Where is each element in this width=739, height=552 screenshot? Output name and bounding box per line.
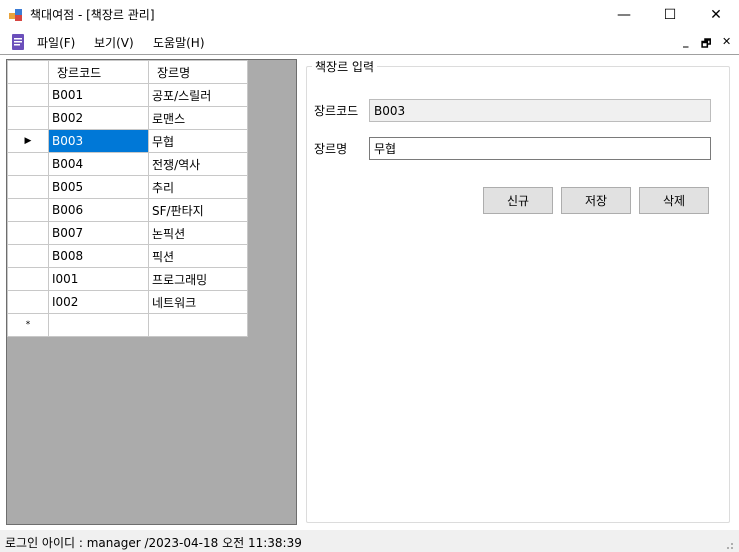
row-header[interactable]: [7, 198, 49, 222]
cell-genre-code[interactable]: B008: [48, 244, 149, 268]
cell-genre-code[interactable]: B005: [48, 175, 149, 199]
grid-corner-header[interactable]: [7, 60, 49, 84]
menu-view[interactable]: 보기(V): [94, 34, 134, 51]
save-button[interactable]: 저장: [561, 187, 631, 214]
window-title: 책대여점 - [책장르 관리]: [30, 8, 155, 22]
cell-genre-code[interactable]: B001: [48, 83, 149, 107]
name-label: 장르명: [314, 142, 348, 156]
minimize-button[interactable]: —: [601, 0, 647, 30]
table-row[interactable]: B007 논픽션: [7, 221, 248, 245]
cell-genre-name[interactable]: 픽션: [148, 244, 248, 268]
table-row[interactable]: ▶ B003 무협: [7, 129, 248, 153]
status-text: 로그인 아이디 : manager /2023-04-18 오전 11:38:3…: [5, 536, 302, 550]
row-header[interactable]: [7, 152, 49, 176]
name-field[interactable]: [369, 137, 711, 160]
new-row-name-cell[interactable]: [148, 313, 248, 337]
table-row[interactable]: B004 전쟁/역사: [7, 152, 248, 176]
column-header-code[interactable]: 장르코드: [48, 60, 149, 84]
cell-genre-code[interactable]: B007: [48, 221, 149, 245]
cell-genre-name[interactable]: 논픽션: [148, 221, 248, 245]
new-row-code-cell[interactable]: [48, 313, 149, 337]
cell-genre-code[interactable]: B003: [48, 129, 149, 153]
cell-genre-name[interactable]: SF/판타지: [148, 198, 248, 222]
table-row[interactable]: I002 네트워크: [7, 290, 248, 314]
cell-genre-code[interactable]: B006: [48, 198, 149, 222]
table-row[interactable]: B005 추리: [7, 175, 248, 199]
new-row[interactable]: *: [7, 313, 248, 337]
row-header[interactable]: [7, 83, 49, 107]
current-row-indicator-icon[interactable]: ▶: [7, 129, 49, 153]
new-button[interactable]: 신규: [483, 187, 553, 214]
cell-genre-name[interactable]: 공포/스릴러: [148, 83, 248, 107]
cell-genre-name[interactable]: 추리: [148, 175, 248, 199]
table-row[interactable]: B001 공포/스릴러: [7, 83, 248, 107]
row-header[interactable]: [7, 221, 49, 245]
genre-input-group: [306, 66, 730, 523]
column-header-name[interactable]: 장르명: [148, 60, 248, 84]
genre-table: 장르코드 장르명 B001 공포/스릴러 B002 로맨스 ▶ B003 무협 B004 전쟁/…: [7, 60, 248, 337]
close-button[interactable]: ✕: [693, 0, 739, 30]
minimize-icon: —: [617, 7, 631, 23]
table-row[interactable]: B008 픽션: [7, 244, 248, 268]
table-row[interactable]: I001 프로그래밍: [7, 267, 248, 291]
cell-genre-code[interactable]: I002: [48, 290, 149, 314]
table-row[interactable]: B006 SF/판타지: [7, 198, 248, 222]
mdi-close-button[interactable]: ✕: [722, 35, 731, 48]
cell-genre-code[interactable]: B004: [48, 152, 149, 176]
table-row[interactable]: B002 로맨스: [7, 106, 248, 130]
row-header[interactable]: [7, 267, 49, 291]
genre-grid[interactable]: 장르코드 장르명 B001 공포/스릴러 B002 로맨스 ▶ B003 무협 B004 전쟁/…: [6, 59, 297, 525]
maximize-icon: ☐: [663, 7, 677, 23]
code-field[interactable]: [369, 99, 711, 122]
grid-body: B001 공포/스릴러 B002 로맨스 ▶ B003 무협 B004 전쟁/역사 B005 추리 B…: [7, 83, 248, 337]
menu-divider: [0, 54, 739, 55]
maximize-button[interactable]: ☐: [647, 0, 693, 30]
row-header[interactable]: [7, 244, 49, 268]
app-icon: [9, 9, 22, 21]
cell-genre-code[interactable]: I001: [48, 267, 149, 291]
new-row-indicator-icon: *: [7, 313, 49, 337]
document-icon[interactable]: [12, 34, 24, 50]
row-header[interactable]: [7, 106, 49, 130]
cell-genre-name[interactable]: 네트워크: [148, 290, 248, 314]
code-label: 장르코드: [314, 104, 359, 118]
cell-genre-name[interactable]: 무협: [148, 129, 248, 153]
grid-header-row: 장르코드 장르명: [7, 60, 248, 84]
cell-genre-name[interactable]: 전쟁/역사: [148, 152, 248, 176]
cell-genre-name[interactable]: 로맨스: [148, 106, 248, 130]
mdi-minimize-button[interactable]: _: [683, 35, 689, 48]
delete-button[interactable]: 삭제: [639, 187, 709, 214]
close-icon: ✕: [710, 7, 722, 23]
menu-file[interactable]: 파일(F): [37, 34, 75, 51]
cell-genre-name[interactable]: 프로그래밍: [148, 267, 248, 291]
row-header[interactable]: [7, 175, 49, 199]
group-title: 책장르 입력: [312, 58, 378, 75]
resize-grip-icon[interactable]: [722, 538, 734, 550]
cell-genre-code[interactable]: B002: [48, 106, 149, 130]
row-header[interactable]: [7, 290, 49, 314]
mdi-restore-button[interactable]: 🗗: [701, 35, 711, 54]
menu-help[interactable]: 도움말(H): [153, 34, 205, 51]
